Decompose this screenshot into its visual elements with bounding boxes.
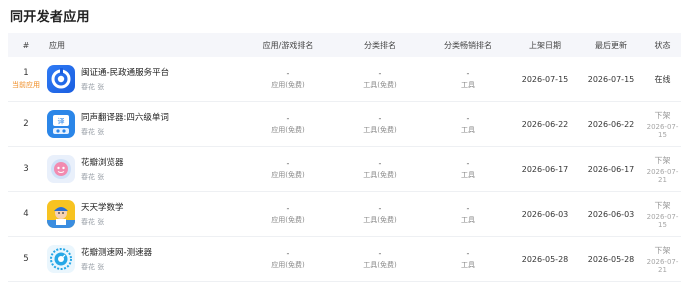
app-icon-browser[interactable] (47, 155, 75, 183)
table-row[interactable]: 2 译 同声翻译器:四六级单词 春花 张 - 应用(免费) - 工具(免费) - 工具… (8, 102, 681, 147)
paid-rank-value: - (466, 113, 470, 123)
table-row[interactable]: 1 当前应用 闽证通-民政通服务平台 春花 张 - 应用(免费) - 工具(免费) … (8, 57, 681, 102)
paid-rank-value: - (466, 248, 470, 258)
table-header: # 应用 应用/游戏排名 分类排名 分类畅销排名 上架日期 最后更新 状态 (8, 33, 681, 57)
last-update-date: 2026-06-22 (587, 119, 635, 129)
category-rank-value: - (378, 68, 382, 78)
category-rank-type: 工具(免费) (363, 170, 397, 179)
category-rank-value: - (378, 248, 382, 258)
release-date: 2026-07-15 (521, 74, 569, 84)
header-category-rank[interactable]: 分类排名 (336, 40, 424, 51)
rank-value: - (286, 113, 290, 123)
app-developer[interactable]: 春花 张 (81, 172, 124, 182)
category-rank-type: 工具(免费) (363, 80, 397, 89)
row-index: 4 (23, 209, 29, 219)
app-name[interactable]: 闽证通-民政通服务平台 (81, 66, 169, 78)
category-rank-type: 工具(免费) (363, 125, 397, 134)
app-name[interactable]: 同声翻译器:四六级单词 (81, 111, 169, 123)
app-icon-speedtest[interactable] (47, 245, 75, 273)
rank-type: 应用(免费) (271, 170, 305, 179)
status-badge: 下架 (654, 155, 671, 165)
rank-type: 应用(免费) (271, 215, 305, 224)
rank-value: - (286, 68, 290, 78)
app-developer[interactable]: 春花 张 (81, 82, 169, 92)
rank-value: - (286, 158, 290, 168)
paid-rank-type: 工具 (461, 125, 475, 134)
header-app: 应用 (49, 40, 65, 50)
header-category-paid-rank[interactable]: 分类畅销排名 (424, 40, 512, 51)
status-badge: 下架 (654, 110, 671, 120)
app-name[interactable]: 天天学数学 (81, 201, 124, 213)
status-date: 2026-07-15 (646, 122, 679, 139)
app-name[interactable]: 花瓣浏览器 (81, 156, 124, 168)
category-rank-type: 工具(免费) (363, 215, 397, 224)
rank-type: 应用(免费) (271, 125, 305, 134)
table-row[interactable]: 5 花瓣测速网-测速器 春花 张 - 应用(免费) - 工具(免费) - 工具 202… (8, 237, 681, 282)
category-rank-value: - (378, 113, 382, 123)
last-update-date: 2026-05-28 (587, 254, 635, 264)
status-badge: 在线 (654, 74, 671, 84)
status-date: 2026-07-21 (646, 167, 679, 184)
page-title: 同开发者应用 (10, 10, 90, 25)
app-developer[interactable]: 春花 张 (81, 217, 124, 227)
header-last-update[interactable]: 最后更新 (578, 40, 644, 51)
release-date: 2026-05-28 (521, 254, 569, 264)
app-developer[interactable]: 春花 张 (81, 127, 169, 137)
paid-rank-value: - (466, 158, 470, 168)
header-index: # (22, 40, 30, 50)
paid-rank-type: 工具 (461, 80, 475, 89)
app-name[interactable]: 花瓣测速网-测速器 (81, 246, 152, 258)
release-date: 2026-06-03 (521, 209, 569, 219)
status-date: 2026-07-15 (646, 212, 679, 229)
paid-rank-type: 工具 (461, 170, 475, 179)
last-update-date: 2026-06-03 (587, 209, 635, 219)
table-row[interactable]: 3 花瓣浏览器 春花 张 - 应用(免费) - 工具(免费) - 工具 2026-06… (8, 147, 681, 192)
category-rank-type: 工具(免费) (363, 260, 397, 269)
current-app-tag: 当前应用 (12, 81, 40, 89)
status-badge: 下架 (654, 200, 671, 210)
release-date: 2026-06-22 (521, 119, 569, 129)
svg-text:译: 译 (58, 118, 65, 126)
last-update-date: 2026-07-15 (587, 74, 635, 84)
status-date: 2026-07-21 (646, 257, 679, 274)
paid-rank-type: 工具 (461, 260, 475, 269)
status-badge: 下架 (654, 245, 671, 255)
last-update-date: 2026-06-17 (587, 164, 635, 174)
rank-type: 应用(免费) (271, 260, 305, 269)
table-row[interactable]: 4 天天学数学 春花 张 - 应用(免费) - 工具(免费) - 工具 2026-06… (8, 192, 681, 237)
app-icon-translator[interactable]: 译 (47, 110, 75, 138)
app-developer[interactable]: 春花 张 (81, 262, 152, 272)
app-icon-math[interactable] (47, 200, 75, 228)
release-date: 2026-06-17 (521, 164, 569, 174)
header-rank[interactable]: 应用/游戏排名 (240, 40, 336, 51)
row-index: 1 (23, 68, 29, 78)
rank-value: - (286, 203, 290, 213)
category-rank-value: - (378, 203, 382, 213)
row-index: 3 (23, 164, 29, 174)
header-release-date[interactable]: 上架日期 (512, 40, 578, 51)
paid-rank-value: - (466, 203, 470, 213)
rank-type: 应用(免费) (271, 80, 305, 89)
apps-table: # 应用 应用/游戏排名 分类排名 分类畅销排名 上架日期 最后更新 状态 1 … (8, 33, 681, 282)
app-icon-minzhengtong[interactable] (47, 65, 75, 93)
category-rank-value: - (378, 158, 382, 168)
row-index: 2 (23, 119, 29, 129)
paid-rank-type: 工具 (461, 215, 475, 224)
row-index: 5 (23, 254, 29, 264)
paid-rank-value: - (466, 68, 470, 78)
rank-value: - (286, 248, 290, 258)
header-status: 状态 (654, 40, 671, 50)
